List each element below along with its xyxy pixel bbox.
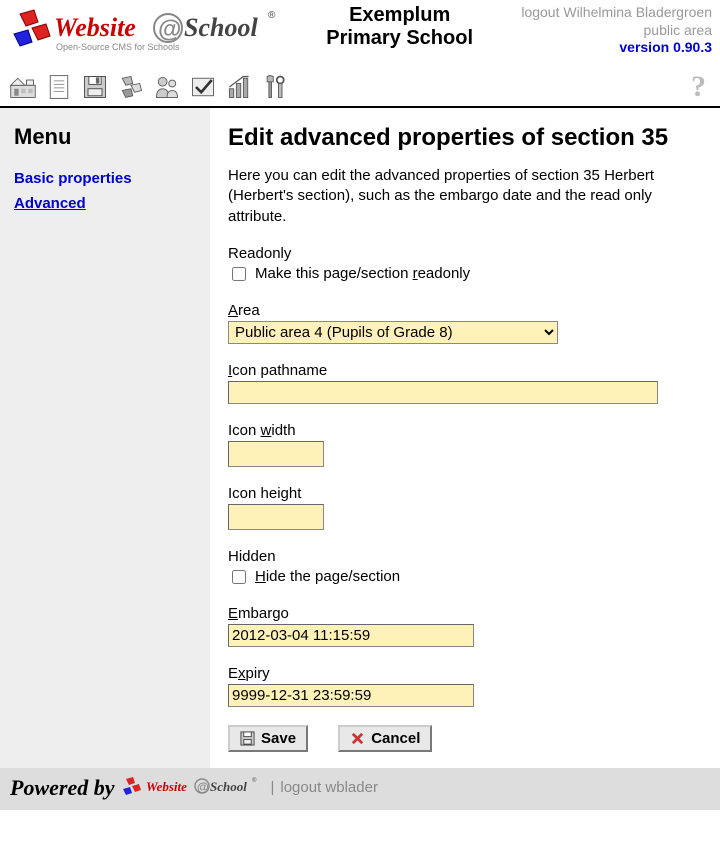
- svg-text:School: School: [184, 13, 258, 42]
- toolbar-wrap: ?: [0, 66, 720, 108]
- public-area-text[interactable]: public area: [521, 22, 712, 40]
- save-button-label: Save: [261, 730, 296, 747]
- sidebar-item-basic-properties[interactable]: Basic properties: [14, 170, 196, 187]
- header-right: logout Wilhelmina Bladergroen public are…: [521, 4, 712, 57]
- icon-width-label: Icon width: [228, 422, 702, 439]
- website-at-school-logo: Website @ School ® Open-Source CMS for S…: [8, 4, 278, 60]
- readonly-group-label: Readonly: [228, 245, 702, 262]
- area-select[interactable]: Public area 4 (Pupils of Grade 8): [228, 321, 558, 344]
- area-group: Area Public area 4 (Pupils of Grade 8): [228, 302, 702, 344]
- footer: Powered by Website @ School ® | logout w…: [0, 768, 720, 810]
- icon-width-group: Icon width: [228, 422, 702, 467]
- save-disk-small-icon: [240, 731, 255, 746]
- icon-height-label-pre: Icon hei: [228, 485, 281, 502]
- icon-width-input[interactable]: [228, 441, 324, 467]
- embargo-input[interactable]: [228, 624, 474, 647]
- page-title: Edit advanced properties of section 35: [228, 124, 702, 152]
- settings-check-icon[interactable]: [188, 72, 218, 102]
- website-at-school-logo-small: Website @ School ®: [120, 774, 260, 802]
- icon-path-label-rest: con pathname: [232, 362, 327, 379]
- footer-logout-link[interactable]: logout wblader: [280, 779, 378, 796]
- expiry-label-key: x: [238, 665, 246, 682]
- icon-height-label-post: ht: [289, 485, 302, 502]
- readonly-label-pre: Make this page/section: [255, 265, 413, 282]
- page-icon[interactable]: [44, 72, 74, 102]
- embargo-label: Embargo: [228, 605, 702, 622]
- icon-height-group: Icon height: [228, 485, 702, 530]
- tools-icon[interactable]: [260, 72, 290, 102]
- hidden-group: Hidden Hide the page/section: [228, 548, 702, 587]
- icon-pathname-input[interactable]: [228, 381, 658, 404]
- powered-by-text: Powered by: [10, 775, 114, 801]
- readonly-label-post: eadonly: [418, 265, 471, 282]
- modules-icon[interactable]: [116, 72, 146, 102]
- svg-text:®: ®: [252, 777, 257, 784]
- expiry-label-post: piry: [246, 665, 270, 682]
- svg-text:@: @: [197, 780, 209, 794]
- expiry-label: Expiry: [228, 665, 702, 682]
- area-label-rest: rea: [238, 302, 260, 319]
- expiry-label-pre: E: [228, 665, 238, 682]
- intro-text: Here you can edit the advanced propertie…: [228, 166, 702, 227]
- sidebar-item-advanced[interactable]: Advanced: [14, 195, 196, 212]
- embargo-group: Embargo: [228, 605, 702, 647]
- button-row: Save Cancel: [228, 725, 702, 752]
- footer-separator: |: [270, 779, 274, 796]
- body-wrap: Menu Basic properties Advanced Edit adva…: [0, 108, 720, 768]
- site-title-line1: Exemplum: [278, 4, 521, 27]
- icon-width-label-pre: Icon: [228, 422, 261, 439]
- icon-pathname-group: Icon pathname: [228, 362, 702, 404]
- svg-text:Website: Website: [54, 13, 136, 42]
- sidebar: Menu Basic properties Advanced: [0, 108, 210, 768]
- expiry-input[interactable]: [228, 684, 474, 707]
- save-button[interactable]: Save: [228, 725, 308, 752]
- hidden-group-label: Hidden: [228, 548, 702, 565]
- logout-user-text[interactable]: logout Wilhelmina Bladergroen: [521, 4, 712, 22]
- content: Edit advanced properties of section 35 H…: [210, 108, 720, 768]
- header-bar: Website @ School ® Open-Source CMS for S…: [0, 0, 720, 60]
- readonly-checkbox[interactable]: [232, 267, 246, 281]
- cancel-button-label: Cancel: [371, 730, 420, 747]
- users-icon[interactable]: [152, 72, 182, 102]
- hidden-label-key: H: [255, 568, 266, 585]
- cancel-button[interactable]: Cancel: [338, 725, 432, 752]
- svg-text:School: School: [210, 779, 247, 794]
- version-text: version 0.90.3: [521, 39, 712, 57]
- area-label: Area: [228, 302, 702, 319]
- area-label-key: A: [228, 302, 238, 319]
- embargo-label-key: E: [228, 605, 238, 622]
- icon-height-input[interactable]: [228, 504, 324, 530]
- expiry-group: Expiry: [228, 665, 702, 707]
- readonly-checkbox-label: Make this page/section readonly: [255, 265, 470, 282]
- stats-icon[interactable]: [224, 72, 254, 102]
- icon-width-label-key: w: [261, 422, 272, 439]
- home-icon[interactable]: [8, 72, 38, 102]
- site-title: Exemplum Primary School: [278, 4, 521, 50]
- icon-height-label: Icon height: [228, 485, 702, 502]
- save-disk-icon[interactable]: [80, 72, 110, 102]
- hidden-label-post: ide the page/section: [266, 568, 400, 585]
- hidden-checkbox[interactable]: [232, 570, 246, 584]
- sidebar-title: Menu: [14, 124, 196, 150]
- logo-area: Website @ School ® Open-Source CMS for S…: [8, 4, 278, 60]
- hidden-checkbox-label: Hide the page/section: [255, 568, 400, 585]
- site-title-line2: Primary School: [278, 27, 521, 50]
- icon-height-label-key: g: [281, 485, 289, 502]
- embargo-label-rest: mbargo: [238, 605, 289, 622]
- cancel-x-icon: [350, 731, 365, 746]
- toolbar: ?: [0, 66, 720, 106]
- icon-width-label-post: idth: [271, 422, 295, 439]
- icon-pathname-label: Icon pathname: [228, 362, 702, 379]
- svg-text:Website: Website: [146, 779, 187, 794]
- svg-text:@: @: [158, 16, 181, 43]
- svg-text:®: ®: [268, 10, 276, 21]
- readonly-group: Readonly Make this page/section readonly: [228, 245, 702, 284]
- svg-text:Open-Source CMS for Schools: Open-Source CMS for Schools: [56, 42, 180, 52]
- help-icon[interactable]: ?: [685, 70, 712, 104]
